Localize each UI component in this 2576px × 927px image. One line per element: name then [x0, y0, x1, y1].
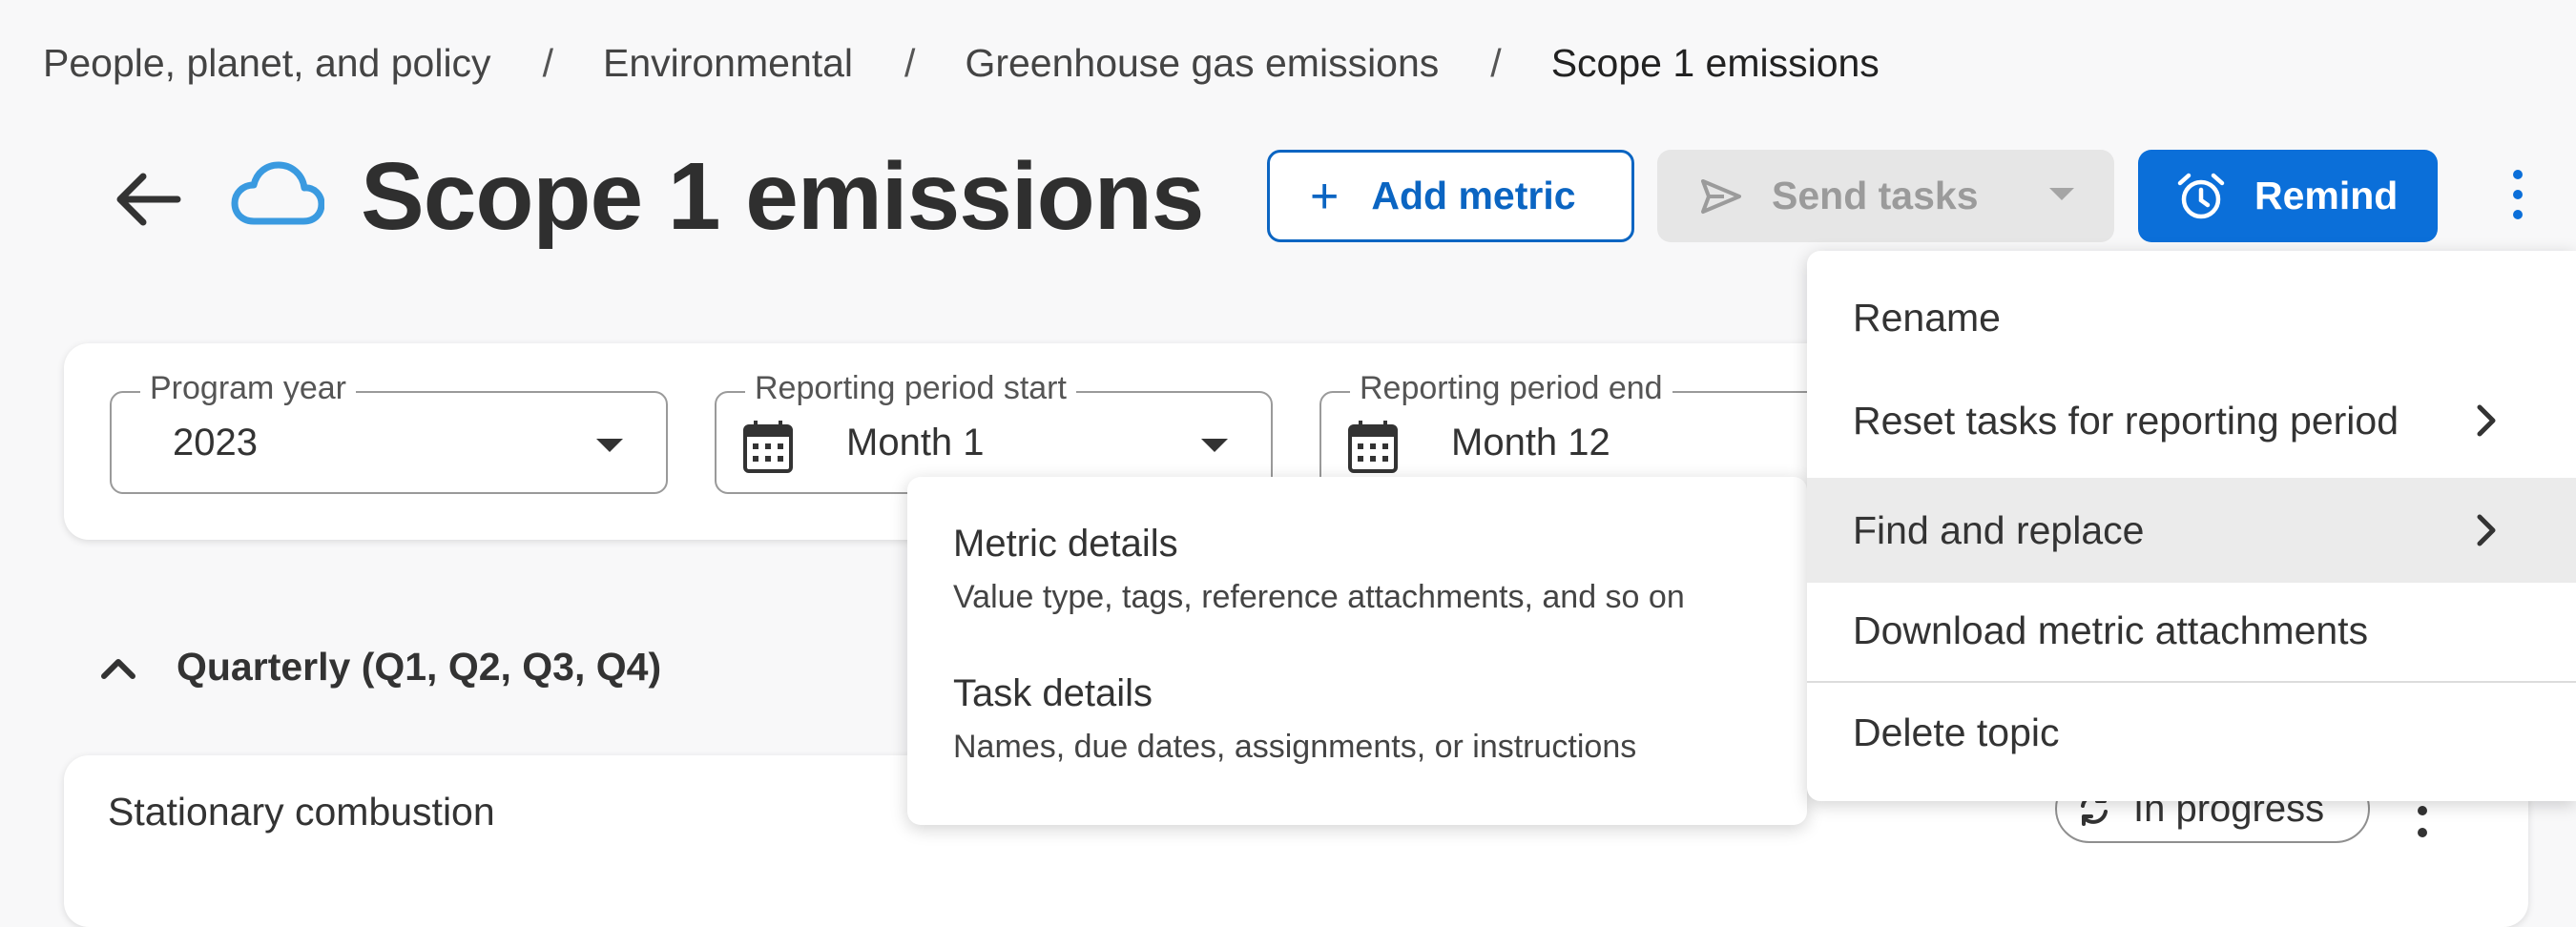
send-icon	[1701, 178, 1741, 214]
submenu-item-description: Names, due dates, assignments, or instru…	[953, 729, 1637, 765]
submenu-item-title: Task details	[953, 672, 1153, 714]
breadcrumb-separator: /	[904, 40, 916, 85]
remind-button[interactable]: Remind	[2138, 150, 2438, 242]
chevron-down-icon[interactable]	[2049, 188, 2074, 200]
breadcrumb-current: Scope 1 emissions	[1550, 40, 1880, 85]
remind-label: Remind	[2254, 174, 2399, 217]
submenu-item-task-details[interactable]: Task details Names, due dates, assignmen…	[953, 672, 1636, 766]
section-quarterly-toggle[interactable]: Quarterly (Q1, Q2, Q3, Q4)	[100, 645, 661, 690]
program-year-select[interactable]: Program year 2023	[110, 370, 668, 494]
plus-icon: +	[1310, 168, 1340, 224]
reporting-period-start-value: Month 1	[846, 422, 985, 464]
send-tasks-button[interactable]: Send tasks	[1657, 150, 2114, 242]
menu-item-label: Delete topic	[1853, 710, 2060, 754]
alarm-clock-icon	[2177, 173, 2225, 218]
chevron-down-icon	[596, 439, 623, 452]
breadcrumb-separator: /	[1490, 40, 1502, 85]
submenu-item-metric-details[interactable]: Metric details Value type, tags, referen…	[953, 523, 1685, 616]
send-tasks-label: Send tasks	[1772, 174, 1979, 217]
breadcrumb: People, planet, and policy / Environment…	[43, 34, 1880, 92]
more-options-menu: Rename Reset tasks for reporting period …	[1807, 251, 2576, 801]
breadcrumb-separator: /	[542, 40, 553, 85]
chevron-up-icon	[101, 658, 135, 679]
reporting-period-start-label: Reporting period start	[745, 370, 1076, 407]
page-title: Scope 1 emissions	[361, 143, 1204, 250]
chevron-right-icon	[2477, 404, 2496, 437]
add-metric-label: Add metric	[1371, 174, 1576, 217]
breadcrumb-link-greenhouse-gas-emissions[interactable]: Greenhouse gas emissions	[965, 41, 1439, 86]
back-button[interactable]	[107, 158, 189, 240]
chevron-down-icon	[1201, 439, 1228, 452]
breadcrumb-link-people-planet-policy[interactable]: People, planet, and policy	[43, 41, 491, 86]
menu-item-label: Rename	[1853, 295, 2001, 340]
section-title: Quarterly (Q1, Q2, Q3, Q4)	[177, 645, 662, 689]
metric-row-label: Stationary combustion	[108, 790, 495, 834]
menu-item-rename[interactable]: Rename	[1807, 270, 2576, 365]
reporting-period-end-value: Month 12	[1451, 422, 1610, 464]
menu-item-reset-tasks[interactable]: Reset tasks for reporting period	[1807, 368, 2576, 473]
program-year-label: Program year	[140, 370, 356, 407]
calendar-icon	[743, 421, 793, 473]
calendar-icon	[1348, 421, 1398, 473]
menu-item-label: Find and replace	[1853, 507, 2145, 552]
submenu-item-title: Metric details	[953, 523, 1178, 565]
menu-item-delete-topic[interactable]: Delete topic	[1807, 685, 2576, 780]
menu-item-download-attachments[interactable]: Download metric attachments	[1807, 583, 2576, 678]
menu-item-label: Download metric attachments	[1853, 608, 2369, 652]
chevron-right-icon	[2477, 514, 2496, 546]
reporting-period-end-label: Reporting period end	[1350, 370, 1672, 407]
menu-item-find-and-replace[interactable]: Find and replace	[1807, 478, 2576, 583]
menu-item-label: Reset tasks for reporting period	[1853, 398, 2399, 443]
arrow-left-icon	[116, 173, 181, 226]
more-options-icon[interactable]	[2500, 160, 2536, 229]
breadcrumb-link-environmental[interactable]: Environmental	[603, 41, 853, 86]
find-replace-submenu: Metric details Value type, tags, referen…	[907, 477, 1807, 825]
program-year-value: 2023	[173, 422, 258, 464]
menu-divider	[1807, 681, 2576, 683]
cloud-icon	[231, 160, 325, 232]
submenu-item-description: Value type, tags, reference attachments,…	[953, 579, 1685, 615]
add-metric-button[interactable]: + Add metric	[1267, 150, 1634, 242]
